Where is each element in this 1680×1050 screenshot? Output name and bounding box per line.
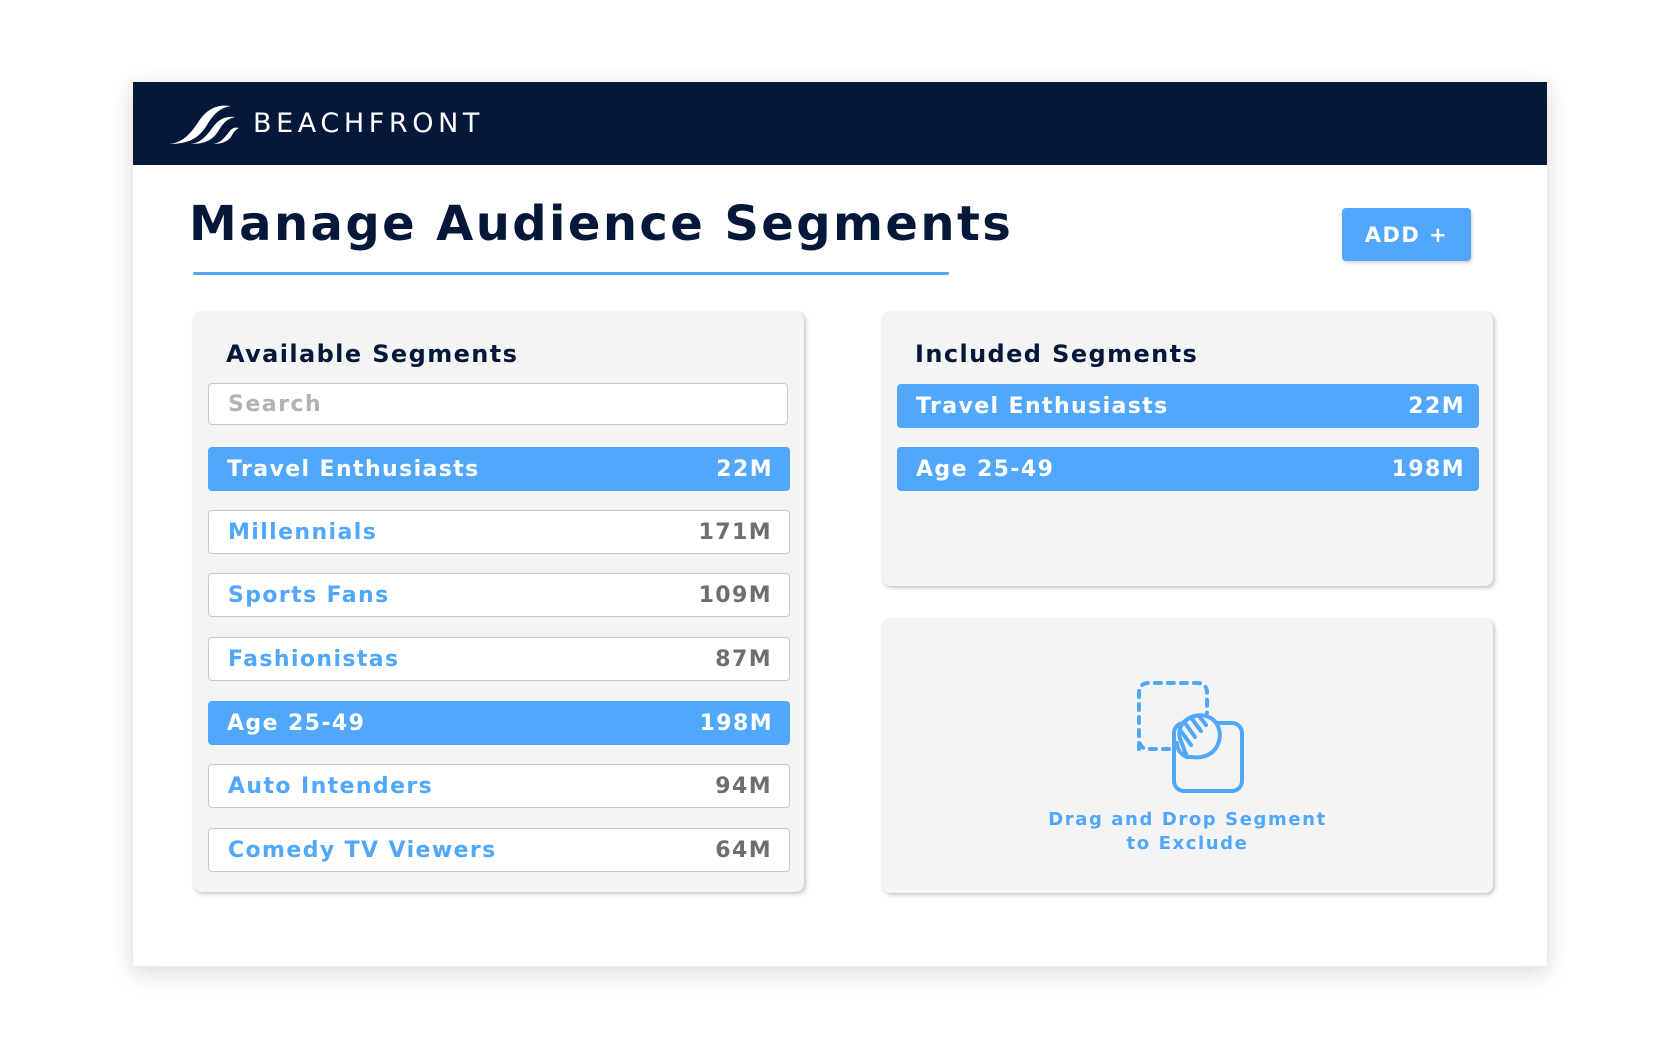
segment-count: 87M <box>715 646 772 672</box>
included-segments-panel[interactable]: Included Segments Travel Enthusiasts 22M A… <box>882 312 1493 586</box>
available-segments-title: Available Segments <box>226 340 519 368</box>
available-segment-row[interactable]: Auto Intenders 94M <box>208 764 790 808</box>
segment-name: Millennials <box>228 519 378 545</box>
segment-count: 22M <box>1408 393 1465 419</box>
app-header: BEACHFRONT <box>133 82 1547 165</box>
title-underline <box>193 272 949 275</box>
segment-count: 198M <box>1391 456 1465 482</box>
drag-and-drop-hand-icon <box>1137 681 1244 793</box>
available-segment-row[interactable]: Sports Fans 109M <box>208 573 790 617</box>
add-button[interactable]: ADD + <box>1342 208 1471 261</box>
available-segment-row[interactable]: Fashionistas 87M <box>208 637 790 681</box>
segment-name: Travel Enthusiasts <box>916 393 1169 419</box>
segment-count: 171M <box>698 519 772 545</box>
segment-name: Age 25-49 <box>916 456 1055 482</box>
main-card: BEACHFRONT Manage Audience Segments ADD … <box>133 82 1547 966</box>
exclude-drop-zone[interactable]: Drag and Drop Segment to Exclude <box>882 619 1493 893</box>
segment-count: 64M <box>715 837 772 863</box>
brand-name: BEACHFRONT <box>253 108 484 139</box>
search-input[interactable] <box>209 384 787 424</box>
segment-name: Travel Enthusiasts <box>227 456 480 482</box>
segment-count: 94M <box>715 773 772 799</box>
exclude-instructions: Drag and Drop Segment to Exclude <box>882 808 1493 856</box>
page-title: Manage Audience Segments <box>189 196 1014 252</box>
exclude-line-2: to Exclude <box>1126 833 1249 854</box>
available-segments-panel: Available Segments Travel Enthusiasts 22M… <box>193 312 804 892</box>
segment-count: 109M <box>698 582 772 608</box>
beachfront-logo-icon <box>169 105 239 144</box>
included-segments-title: Included Segments <box>915 340 1199 368</box>
available-segment-row[interactable]: Travel Enthusiasts 22M <box>208 447 790 491</box>
segment-name: Age 25-49 <box>227 710 366 736</box>
included-segment-row[interactable]: Age 25-49 198M <box>897 447 1479 491</box>
segment-name: Auto Intenders <box>228 773 434 799</box>
included-segment-row[interactable]: Travel Enthusiasts 22M <box>897 384 1479 428</box>
exclude-line-1: Drag and Drop Segment <box>1048 809 1327 830</box>
segment-count: 22M <box>716 456 773 482</box>
segment-name: Fashionistas <box>228 646 400 672</box>
available-segment-row[interactable]: Comedy TV Viewers 64M <box>208 828 790 872</box>
search-box[interactable] <box>208 383 788 425</box>
segment-count: 198M <box>699 710 773 736</box>
available-segment-row[interactable]: Age 25-49 198M <box>208 701 790 745</box>
segment-name: Comedy TV Viewers <box>228 837 497 863</box>
segment-name: Sports Fans <box>228 582 390 608</box>
available-segment-row[interactable]: Millennials 171M <box>208 510 790 554</box>
